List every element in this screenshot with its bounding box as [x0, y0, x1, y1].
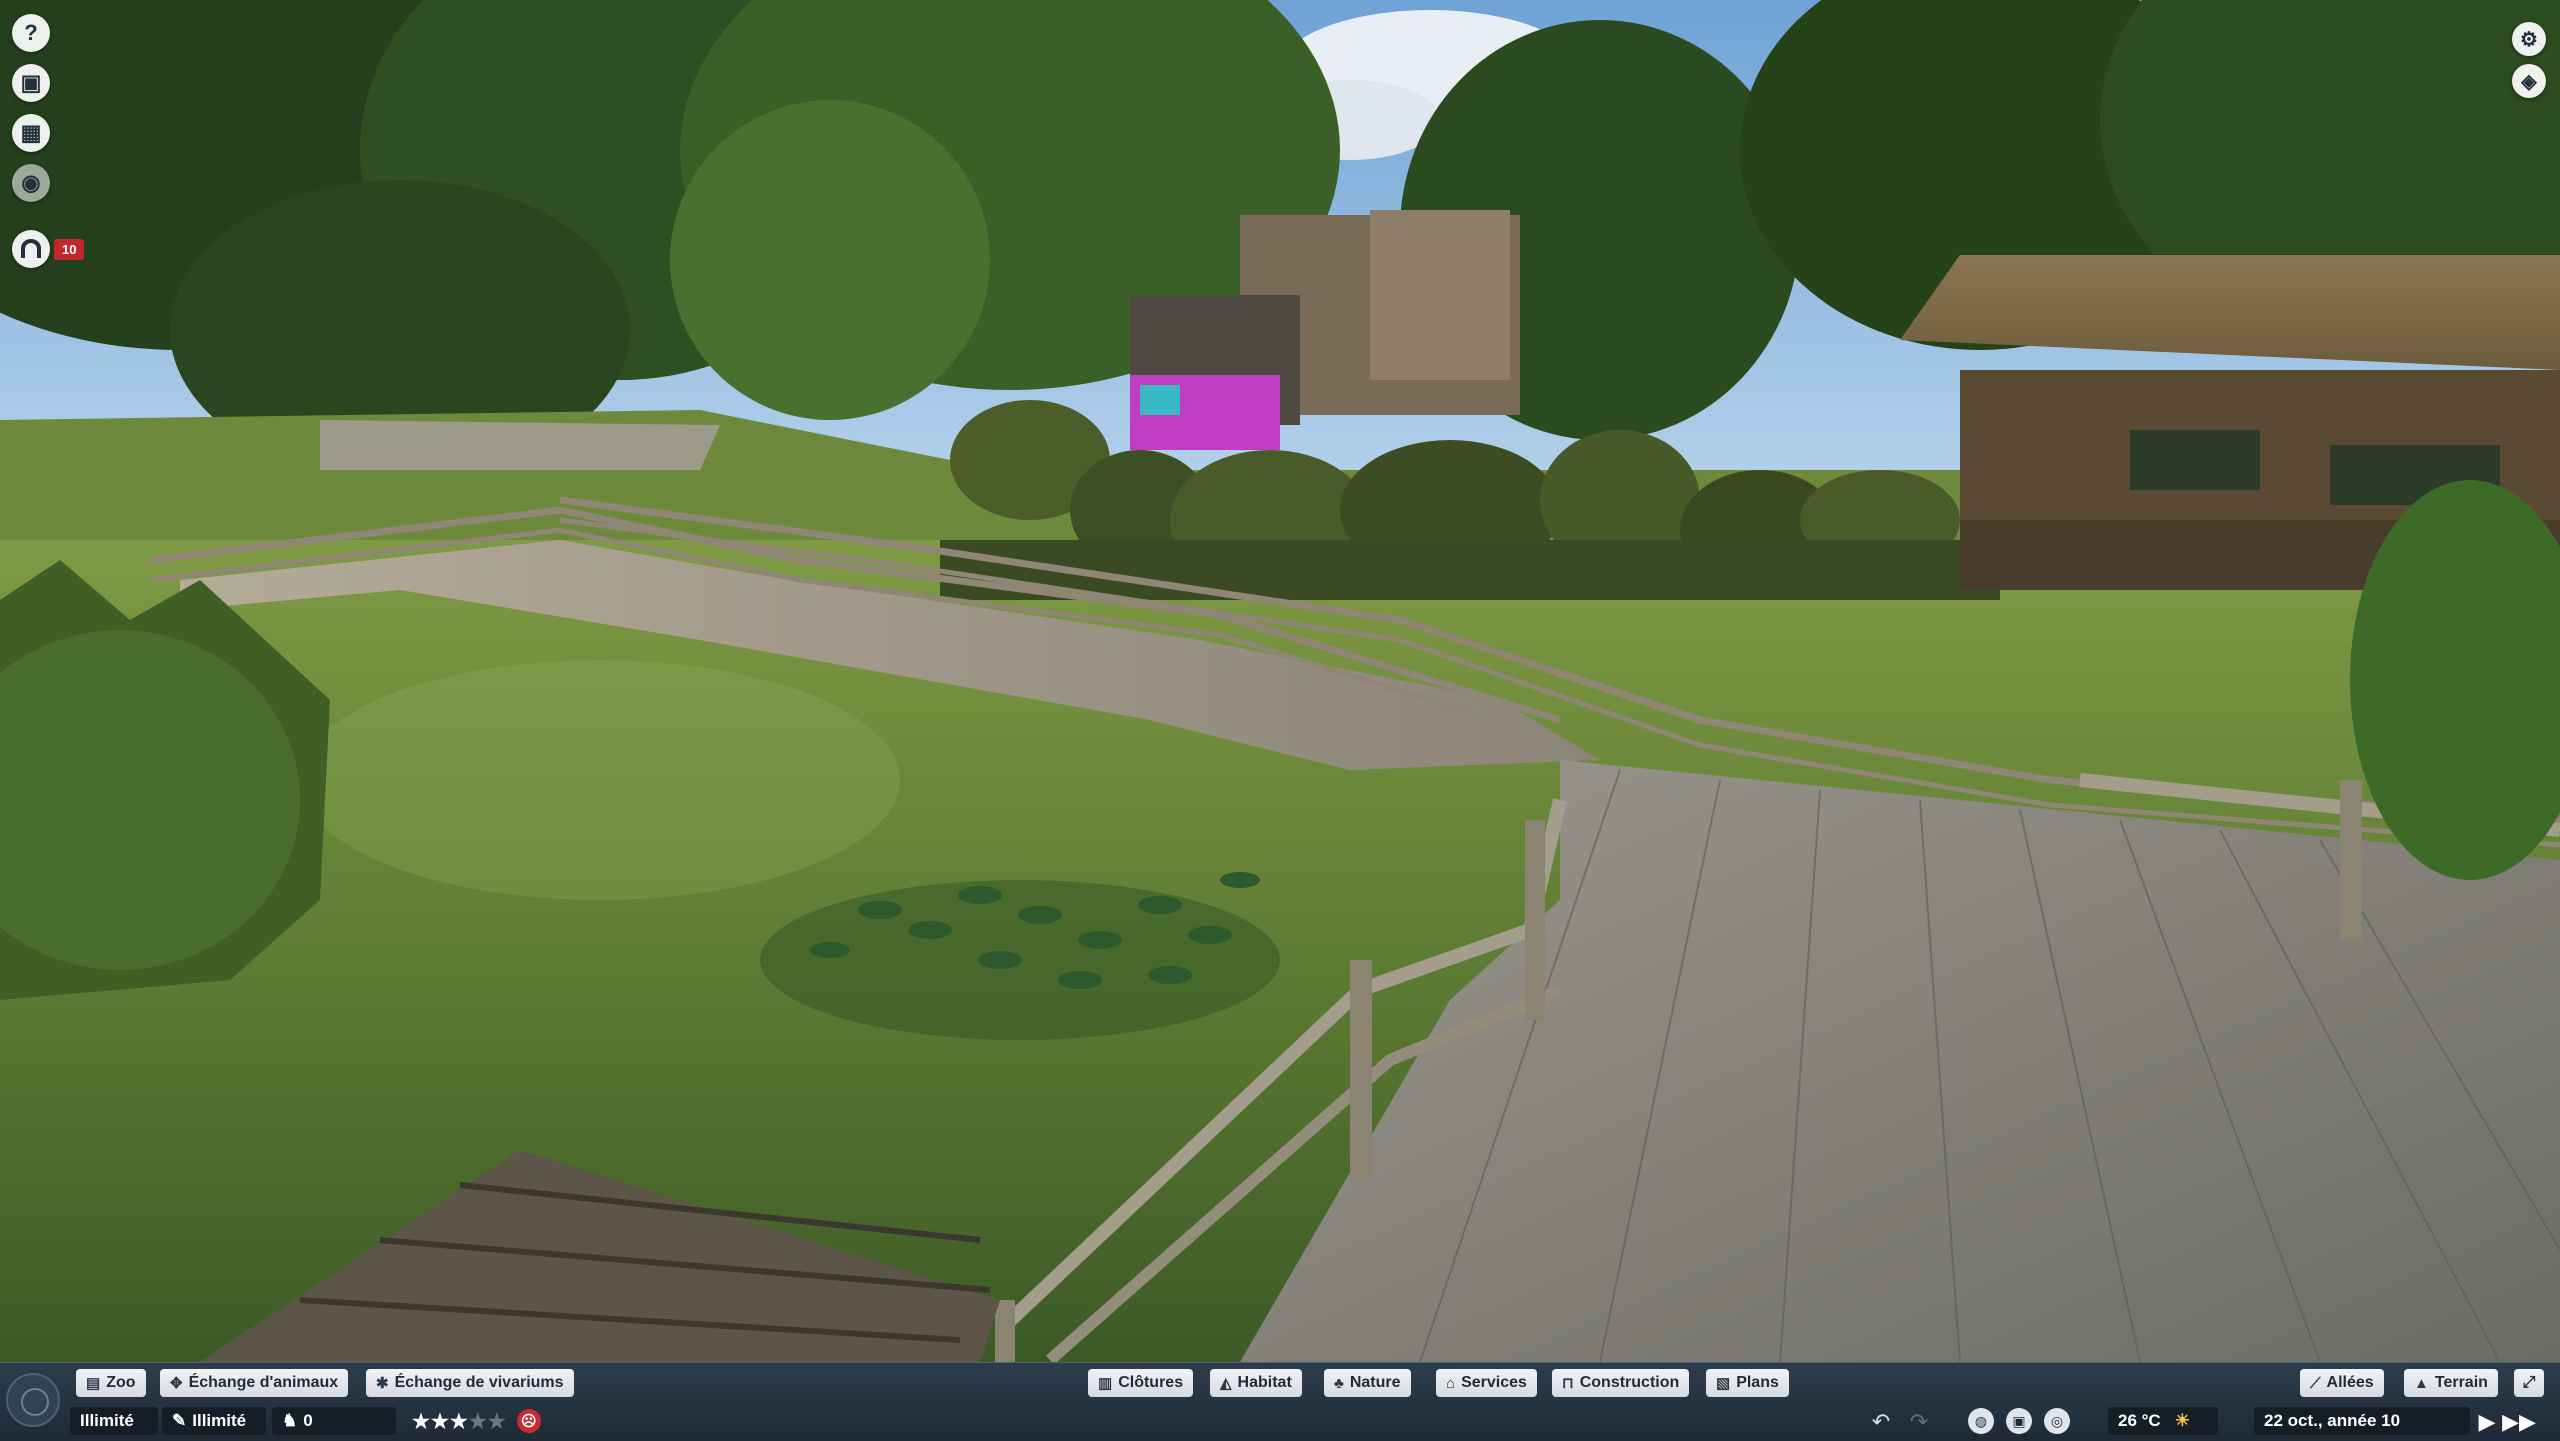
- rating-stars: ★★★★★: [412, 1409, 507, 1434]
- animal-icon: ♞: [282, 1411, 298, 1430]
- money-value: Illimité: [80, 1411, 134, 1430]
- redo-icon[interactable]: ↷: [1906, 1409, 1932, 1435]
- date-display: 22 oct., année 10: [2254, 1407, 2470, 1435]
- game-scene: [0, 0, 2560, 1365]
- fence-icon: ▥: [1098, 1375, 1113, 1392]
- date-value: 22 oct., année 10: [2264, 1411, 2401, 1430]
- animal-count-display[interactable]: ♞ 0: [272, 1407, 396, 1435]
- tab-vivarium-exchange[interactable]: ✱ Échange de vivariums: [366, 1369, 574, 1397]
- bottom-toolbar: ▤ Zoo ✥ Échange d'animaux ✱ Échange de v…: [0, 1362, 2560, 1441]
- fast-forward-icon[interactable]: ▶▶: [2502, 1409, 2536, 1435]
- construction-icon: ⊓: [1562, 1375, 1574, 1392]
- star-filled-icon: ★: [412, 1410, 431, 1433]
- play-speed-icon[interactable]: ▶: [2474, 1409, 2500, 1435]
- left-menu: ? ▣ ▦ ◉: [12, 14, 52, 214]
- tab-zoo-label: Zoo: [106, 1374, 136, 1391]
- expand-icon: ⤢: [2522, 1374, 2536, 1391]
- research-value: Illimité: [192, 1411, 247, 1430]
- tab-vivarium-exchange-label: Échange de vivariums: [394, 1374, 564, 1391]
- tab-blueprints-label: Plans: [1736, 1374, 1779, 1391]
- zoo-info-icon[interactable]: ▣: [12, 64, 50, 102]
- animal-count-value: 0: [303, 1411, 313, 1430]
- tab-blueprints[interactable]: ▧ Plans: [1706, 1369, 1789, 1397]
- tab-services-label: Services: [1461, 1374, 1527, 1391]
- guest-counter[interactable]: 10: [12, 230, 85, 268]
- tab-construction-label: Construction: [1579, 1374, 1680, 1391]
- right-menu: ⚙ ◈: [2512, 22, 2548, 106]
- info-overlay-icon[interactable]: ◎: [2044, 1408, 2070, 1434]
- temperature-value: 26 °C: [2118, 1411, 2161, 1430]
- paw-icon: ✥: [170, 1375, 183, 1392]
- view-icon[interactable]: ◉: [12, 164, 50, 202]
- overlay-icon[interactable]: ◍: [1968, 1408, 1994, 1434]
- tab-terrain-label: Terrain: [2434, 1374, 2488, 1391]
- undo-icon[interactable]: ↶: [1868, 1409, 1894, 1435]
- tab-nature-label: Nature: [1349, 1374, 1401, 1391]
- bug-icon: ✱: [376, 1375, 389, 1392]
- camera-mode-icon[interactable]: ▣: [2006, 1408, 2032, 1434]
- toolbar-status-row: Illimité ✎ Illimité ♞ 0 ★★★★★ ☹ ↶ ↷ ◍ ▣ …: [0, 1403, 2560, 1437]
- camera-icon[interactable]: ◈: [2512, 64, 2546, 98]
- gate-icon[interactable]: [12, 230, 50, 268]
- money-display[interactable]: Illimité: [70, 1407, 158, 1435]
- research-display[interactable]: ✎ Illimité: [162, 1407, 266, 1435]
- tab-fences[interactable]: ▥ Clôtures: [1088, 1369, 1194, 1397]
- tab-habitat-label: Habitat: [1237, 1374, 1292, 1391]
- tab-zoo[interactable]: ▤ Zoo: [76, 1369, 146, 1397]
- path-icon: ⟋: [2310, 1374, 2321, 1392]
- zoo-rating[interactable]: ★★★★★ ☹: [402, 1407, 572, 1435]
- star-empty-icon: ★: [468, 1410, 488, 1433]
- tab-nature[interactable]: ♣ Nature: [1324, 1369, 1411, 1397]
- terrain-icon: ▲: [2414, 1374, 2429, 1392]
- guest-count-badge: 10: [54, 238, 85, 260]
- pen-icon: ✎: [172, 1411, 187, 1430]
- temperature-display: 26 °C ☀: [2108, 1407, 2218, 1435]
- help-icon[interactable]: ?: [12, 14, 50, 52]
- settings-icon[interactable]: ⚙: [2512, 22, 2546, 56]
- star-filled-icon: ★: [449, 1410, 469, 1433]
- tab-services[interactable]: ⌂ Services: [1436, 1369, 1537, 1397]
- tab-habitat[interactable]: ◭ Habitat: [1210, 1369, 1302, 1397]
- sun-icon: ☀: [2174, 1411, 2190, 1430]
- tab-animal-exchange[interactable]: ✥ Échange d'animaux: [160, 1369, 349, 1397]
- expand-button[interactable]: ⤢: [2514, 1369, 2544, 1397]
- book-icon: ▤: [86, 1375, 101, 1392]
- tab-animal-exchange-label: Échange d'animaux: [188, 1374, 339, 1391]
- sad-face-icon: ☹: [516, 1409, 541, 1433]
- star-empty-icon: ★: [487, 1410, 507, 1433]
- tab-fences-label: Clôtures: [1118, 1374, 1184, 1391]
- blueprint-icon: ▧: [1716, 1375, 1731, 1392]
- tree-icon: ♣: [1334, 1374, 1344, 1392]
- tab-paths[interactable]: ⟋ Allées: [2300, 1369, 2384, 1397]
- shop-icon: ⌂: [1446, 1374, 1456, 1392]
- calendar-icon[interactable]: ▦: [12, 114, 50, 152]
- tab-paths-label: Allées: [2326, 1374, 2374, 1391]
- star-filled-icon: ★: [430, 1410, 450, 1433]
- toolbar-tabs-row: ▤ Zoo ✥ Échange d'animaux ✱ Échange de v…: [0, 1367, 2560, 1399]
- habitat-icon: ◭: [1220, 1375, 1232, 1392]
- tab-construction[interactable]: ⊓ Construction: [1552, 1369, 1690, 1397]
- tab-terrain[interactable]: ▲ Terrain: [2404, 1369, 2498, 1397]
